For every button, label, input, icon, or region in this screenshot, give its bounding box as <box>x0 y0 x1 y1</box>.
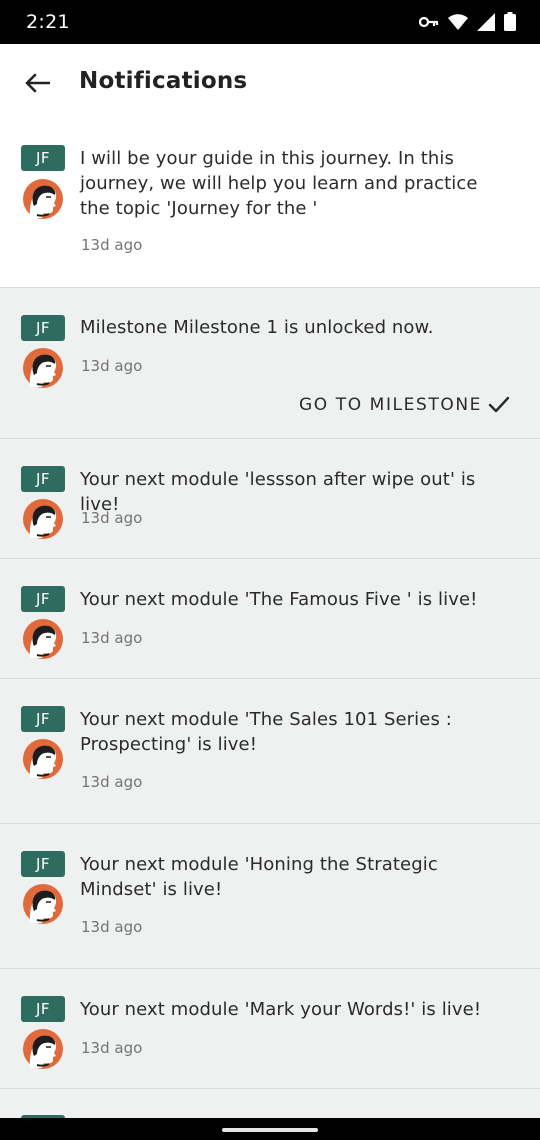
notification-time: 13d ago <box>81 629 143 647</box>
avatar <box>23 619 63 659</box>
status-icons <box>419 12 516 31</box>
back-button[interactable] <box>20 66 54 100</box>
status-bar: 2:21 <box>0 0 540 44</box>
arrow-back-icon <box>25 73 50 93</box>
notification-time: 13d ago <box>81 357 143 375</box>
notification-item[interactable]: JF I will be your guide in this journey.… <box>0 120 540 288</box>
notification-time: 13d ago <box>81 918 143 936</box>
avatar <box>23 499 63 539</box>
avatar <box>23 1029 63 1069</box>
checkmark-icon <box>488 396 510 413</box>
avatar <box>23 179 63 219</box>
notification-time: 13d ago <box>81 1039 143 1057</box>
notification-message: Your next module 'Honing the Strategic M… <box>80 854 438 900</box>
sender-badge: JF <box>21 315 65 341</box>
go-to-milestone-button[interactable]: GO TO MILESTONE <box>299 395 510 415</box>
notification-message: Milestone Milestone 1 is unlocked now. <box>80 317 434 338</box>
sender-badge: JF <box>21 996 65 1022</box>
go-to-milestone-label: GO TO MILESTONE <box>298 395 482 415</box>
notification-item[interactable]: JF Your next module 'The Famous Five ' i… <box>0 559 540 679</box>
sender-badge: JF <box>21 466 65 492</box>
notification-item[interactable]: JF Milestone Milestone 1 is unlocked now… <box>0 288 540 439</box>
notification-message: Your next module 'Mark your Words!' is l… <box>80 999 482 1020</box>
status-time: 2:21 <box>26 11 70 33</box>
notification-item[interactable]: JF Your next module 'The Sales 101 Serie… <box>0 679 540 824</box>
vpn-key-icon <box>419 16 439 28</box>
avatar <box>23 739 63 779</box>
notification-item[interactable]: JF Your next module 'Honing the Strategi… <box>0 824 540 969</box>
page-title: Notifications <box>79 68 248 94</box>
sender-badge: JF <box>21 851 65 877</box>
notification-message: I will be your guide in this journey. In… <box>80 148 478 219</box>
app-bar: Notifications <box>0 44 540 120</box>
notification-message: Your next module 'lessson after wipe out… <box>80 469 476 515</box>
sender-badge: JF <box>21 145 65 171</box>
notification-item[interactable]: JF Your next module 'lessson after wipe … <box>0 439 540 559</box>
home-handle[interactable] <box>222 1128 318 1132</box>
avatar <box>23 348 63 388</box>
signal-icon <box>477 12 495 31</box>
notification-time: 13d ago <box>81 773 143 791</box>
system-nav-bar <box>0 1118 540 1140</box>
sender-badge: JF <box>21 586 65 612</box>
notification-time: 13d ago <box>81 236 143 254</box>
battery-icon <box>504 12 516 31</box>
notification-message: Your next module 'The Sales 101 Series :… <box>80 709 452 755</box>
notification-message: Your next module 'The Famous Five ' is l… <box>80 589 478 610</box>
sender-badge: JF <box>21 706 65 732</box>
notification-item[interactable]: JF Your next module 'Mark your Words!' i… <box>0 969 540 1089</box>
wifi-icon <box>448 13 468 30</box>
notification-time: 13d ago <box>81 509 143 527</box>
avatar <box>23 884 63 924</box>
